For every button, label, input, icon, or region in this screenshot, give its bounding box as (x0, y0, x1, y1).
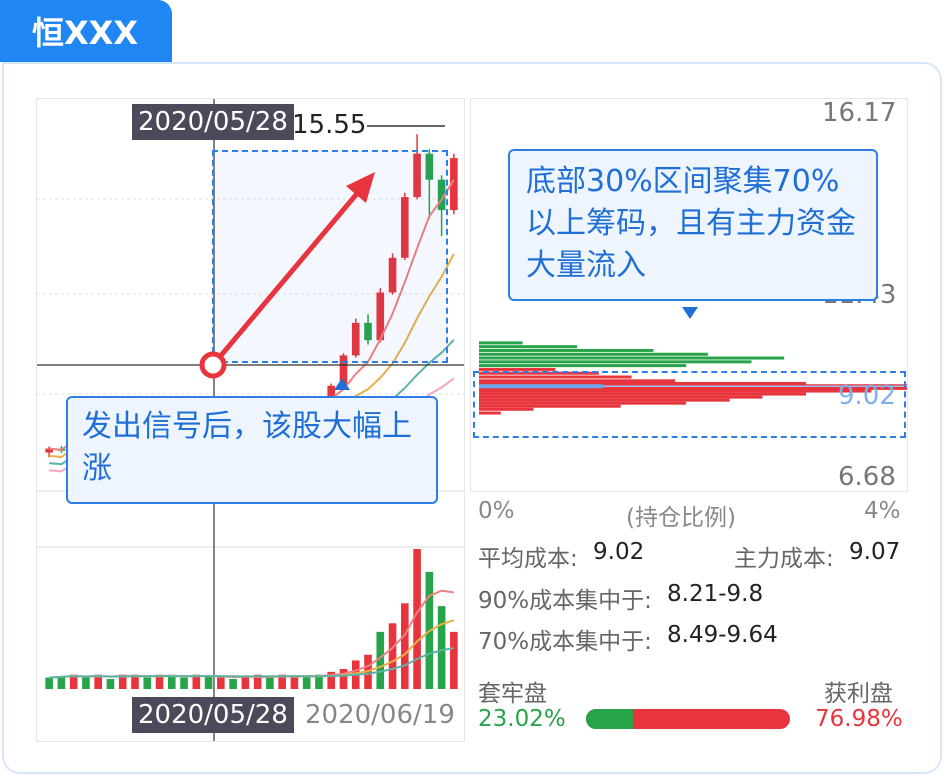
chip-bar (479, 360, 752, 364)
trapped-bar (586, 709, 633, 729)
profit-value: 76.98% (815, 706, 903, 732)
volume-bar (450, 631, 458, 689)
volume-bar (339, 669, 348, 689)
chip-price-max: 16.17 (822, 98, 897, 128)
volume-bar (180, 677, 188, 689)
volume-bar (290, 677, 299, 689)
avg-cost-value: 9.02 (593, 539, 645, 565)
left-callout: 发出信号后，该股大幅上涨 (66, 396, 438, 504)
left-callout-pointer (334, 378, 350, 390)
stock-title: 恒XXX (32, 14, 139, 52)
volume-bar (106, 679, 115, 689)
right-callout-pointer (682, 307, 698, 319)
right-callout-text: 底部30%区间聚集70%以上筹码，且有主力资金大量流入 (526, 164, 856, 283)
range90-value: 8.21-9.8 (667, 581, 764, 607)
trapped-label: 套牢盘 (478, 681, 547, 707)
volume-bar (401, 603, 409, 689)
chip-bar (479, 352, 708, 356)
volume-bar (266, 677, 274, 689)
cursor-date-bottom: 2020/05/28 (132, 697, 294, 733)
chip-x-right: 4% (864, 498, 901, 524)
chip-price-min: 6.68 (838, 462, 896, 492)
stock-title-tab: 恒XXX (0, 0, 172, 62)
chip-bar (479, 348, 654, 352)
max-price-label: 15.55 (292, 110, 367, 140)
volume-bar (217, 677, 225, 689)
chip-x-left: 0% (478, 498, 515, 524)
trapped-value: 23.02% (478, 706, 566, 732)
end-date-label: 2020/06/19 (305, 700, 455, 730)
volume-bar (204, 676, 213, 689)
right-callout: 底部30%区间聚集70%以上筹码，且有主力资金大量流入 (508, 149, 878, 301)
left-callout-text: 发出信号后，该股大幅上涨 (82, 409, 412, 486)
volume-bar (302, 676, 311, 689)
volume-bar (229, 679, 237, 689)
chip-bar (479, 364, 687, 368)
volume-bar (143, 677, 152, 689)
chip-concentration-box (473, 371, 906, 438)
profit-label: 获利盘 (824, 681, 893, 707)
chip-x-label: (持仓比例) (626, 505, 736, 531)
volume-bar (82, 677, 90, 689)
range70-label: 70%成本集中于: (478, 629, 652, 655)
chip-bar (479, 341, 523, 345)
avg-cost-label: 平均成本: (478, 546, 578, 572)
volume-bar (57, 676, 66, 689)
rally-highlight-box (212, 150, 448, 363)
volume-bar (45, 677, 53, 689)
chip-bar (479, 356, 785, 360)
chip-bar (479, 345, 578, 349)
range90-label: 90%成本集中于: (478, 588, 652, 614)
volume-bar (167, 676, 176, 689)
volume-bar (437, 606, 446, 689)
main-cost-value: 9.07 (849, 539, 901, 565)
range70-value: 8.49-9.64 (667, 622, 778, 648)
volume-bar (241, 676, 250, 689)
volume-bar (388, 623, 397, 689)
main-cost-label: 主力成本: (734, 546, 834, 572)
cursor-date-top: 2020/05/28 (132, 104, 294, 140)
